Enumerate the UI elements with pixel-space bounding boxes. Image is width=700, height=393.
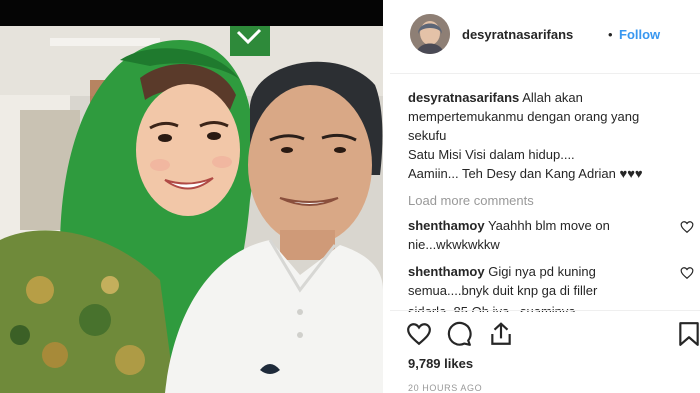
avatar-image xyxy=(410,14,450,54)
comment-item: shenthamoy Gigi nya pd kuning semua....b… xyxy=(408,262,694,300)
follow-button[interactable]: Follow xyxy=(619,27,660,42)
share-icon[interactable] xyxy=(488,321,514,347)
comment-text-cont: semua....bnyk duit knp ga di filler xyxy=(408,283,598,298)
caption-line: Aamiin... Teh Desy dan Kang Adrian ♥♥♥ xyxy=(408,166,643,181)
comments-section: desyratnasarifans Allah akan mempertemuk… xyxy=(408,88,694,312)
comment-text: Gigi nya pd kuning xyxy=(488,264,596,279)
caption-line: Satu Misi Visi dalam hidup.... xyxy=(408,147,575,162)
post-timestamp: 20 HOURS AGO xyxy=(408,383,483,393)
couple-photo-illustration xyxy=(0,0,383,393)
post-actions: 9,789 likes 20 HOURS AGO xyxy=(390,310,700,393)
load-more-comments-link[interactable]: Load more comments xyxy=(408,193,694,208)
comment-username[interactable]: shenthamoy xyxy=(408,218,485,233)
avatar[interactable] xyxy=(410,14,450,54)
likes-count[interactable]: 9,789 likes xyxy=(408,356,473,371)
caption-line: mempertemukanmu dengan orang yang xyxy=(408,109,640,124)
caption: desyratnasarifans Allah akan mempertemuk… xyxy=(408,88,694,183)
comment-icon[interactable] xyxy=(446,321,472,347)
heart-icon[interactable] xyxy=(406,321,432,347)
comment-item: shenthamoy Yaahhh blm move on nie...wkwk… xyxy=(408,216,694,254)
post-sidebar: desyratnasarifans • Follow desyratnasari… xyxy=(390,0,700,393)
post-photo[interactable] xyxy=(0,0,383,393)
bookmark-icon[interactable] xyxy=(676,321,700,347)
comment-text: Yaahhh blm move on xyxy=(487,218,610,233)
comment-username[interactable]: shenthamoy xyxy=(408,264,485,279)
separator-dot: • xyxy=(608,27,613,42)
comment-heart-icon[interactable] xyxy=(680,220,694,234)
post-header: desyratnasarifans • Follow xyxy=(390,0,700,74)
caption-line: Allah akan xyxy=(522,90,583,105)
caption-line: sekufu xyxy=(408,128,447,143)
comment-text-cont: nie...wkwkwkkw xyxy=(408,237,500,252)
post-username[interactable]: desyratnasarifans xyxy=(462,27,573,42)
comment-heart-icon[interactable] xyxy=(680,266,694,280)
caption-username[interactable]: desyratnasarifans xyxy=(408,90,519,105)
